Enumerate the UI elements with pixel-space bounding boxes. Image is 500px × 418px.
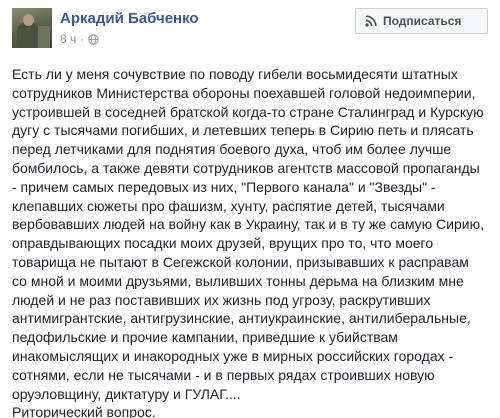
avatar-figure-background	[38, 26, 50, 48]
author-name[interactable]: Аркадий Бабченко	[60, 10, 199, 27]
post-text-line: клепавших сюжеты про фашизм, хунту, расп…	[12, 197, 445, 214]
subscribe-label: Подписаться	[383, 14, 462, 28]
post-text-line: антимигрантские, антигрузинские, антиукр…	[12, 310, 471, 327]
post-text-line: перед летчиками для поднятия боевого дух…	[12, 141, 452, 158]
post-text-line: устроившей в соседней братской когда-то …	[12, 103, 484, 120]
post-text-line: - причем самых передовых из них, "Первог…	[12, 178, 436, 195]
post-text-line: педофильские и прочие кампании, приведши…	[12, 329, 398, 346]
post-text-line: дугу с тысячами погибших, и летевших теп…	[12, 122, 474, 139]
avatar-figure-head	[23, 14, 34, 26]
post-text-line: вербовавших людей на войну как в Украину…	[12, 216, 484, 233]
rss-icon	[365, 15, 377, 27]
meta-separator: ·	[80, 32, 85, 46]
subscribe-button[interactable]: Подписаться	[355, 8, 488, 34]
post-body: Есть ли у меня сочувствие по поводу гибе…	[12, 65, 490, 418]
post-text-line: бомбилось, а также девяти сотрудников аг…	[12, 159, 480, 176]
author-avatar[interactable]	[12, 8, 52, 48]
post-text-line: Риторический вопрос.	[12, 404, 156, 418]
post-meta: 8 ч ·	[60, 32, 100, 46]
post-text-line: инакомыслящих и инакородных уже в мирных…	[12, 347, 454, 364]
post-text-line: сотнями, если не тысячами - и в первых р…	[12, 366, 435, 383]
post-text-line: людей и не раз поставивших их жизнь под …	[12, 291, 431, 308]
post-text-line: оруэловщину, диктатуру и ГУЛАГ....	[12, 385, 241, 402]
post-text-line: оправдывающих посадки моих друзей, врущи…	[12, 235, 434, 252]
post-text-line: со мной и моими друзьями, выливших тонны…	[12, 272, 464, 289]
post-text-line: Есть ли у меня сочувствие по поводу гибе…	[12, 66, 458, 82]
facebook-post: Аркадий Бабченко 8 ч · Подписаться Есть …	[0, 0, 500, 418]
globe-icon[interactable]	[88, 33, 100, 45]
post-text-line: сотрудников Министерства обороны поехавш…	[12, 84, 476, 101]
post-timestamp[interactable]: 8 ч	[60, 32, 76, 46]
post-text-line: товарища не пытают в Сегежской колонии, …	[12, 253, 469, 270]
